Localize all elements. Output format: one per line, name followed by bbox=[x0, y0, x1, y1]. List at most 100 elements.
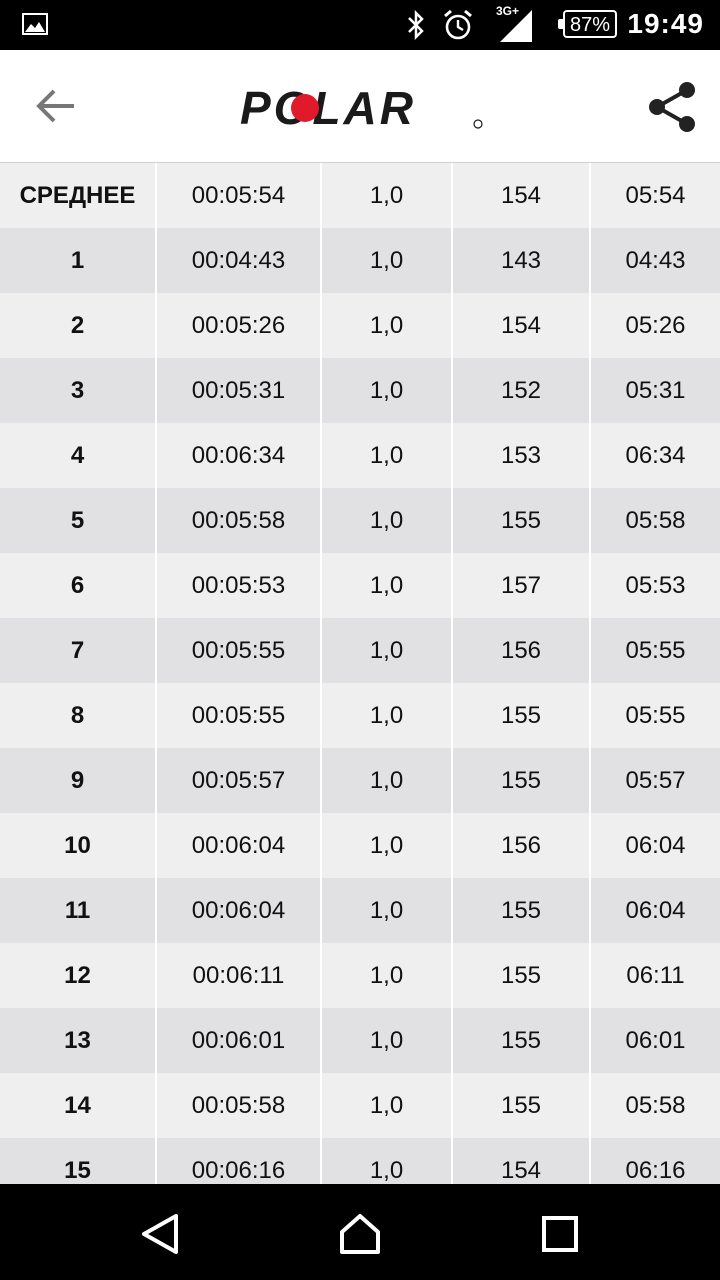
split-label: 2 bbox=[0, 293, 157, 358]
split-pace: 05:58 bbox=[625, 1091, 686, 1119]
split-pace: 06:11 bbox=[626, 961, 685, 989]
split-distance: 1,0 bbox=[322, 813, 453, 878]
split-pace: 05:55 bbox=[625, 701, 686, 729]
split-distance: 1,0 bbox=[322, 683, 453, 748]
split-heart-rate: 155 bbox=[453, 683, 591, 748]
table-row: 7 00:05:55 1,0 156 05:55 bbox=[0, 618, 720, 683]
battery-level: 87% bbox=[569, 14, 611, 36]
split-label: 8 bbox=[0, 683, 157, 748]
split-distance: 1,0 bbox=[322, 423, 453, 488]
table-row: 9 00:05:57 1,0 155 05:57 bbox=[0, 748, 720, 813]
split-time: 00:05:58 bbox=[157, 1073, 322, 1138]
split-distance: 1,0 bbox=[322, 358, 453, 423]
split-time: 00:05:55 bbox=[157, 618, 322, 683]
split-time: 00:05:31 bbox=[157, 358, 322, 423]
table-row: 3 00:05:31 1,0 152 05:31 bbox=[0, 358, 720, 423]
split-label: СРЕДНЕЕ bbox=[0, 163, 157, 228]
battery-icon: 87% bbox=[558, 10, 617, 38]
split-time: 00:06:01 bbox=[157, 1008, 322, 1073]
split-pace: 05:57 bbox=[625, 766, 686, 794]
split-pace: 06:16 bbox=[625, 1156, 686, 1184]
split-label: 5 bbox=[0, 488, 157, 553]
split-distance: 1,0 bbox=[322, 228, 453, 293]
split-label: 15 bbox=[0, 1138, 157, 1184]
split-time: 00:06:34 bbox=[157, 423, 322, 488]
split-label: 9 bbox=[0, 748, 157, 813]
home-icon[interactable] bbox=[338, 1212, 382, 1256]
split-time: 00:06:16 bbox=[157, 1138, 322, 1184]
back-triangle-icon[interactable] bbox=[138, 1212, 182, 1256]
share-icon[interactable] bbox=[645, 80, 699, 134]
table-row: 2 00:05:26 1,0 154 05:26 bbox=[0, 293, 720, 358]
split-distance: 1,0 bbox=[322, 618, 453, 683]
gallery-notification-icon bbox=[22, 13, 48, 35]
split-distance: 1,0 bbox=[322, 293, 453, 358]
split-label: 11 bbox=[0, 878, 157, 943]
split-time: 00:05:58 bbox=[157, 488, 322, 553]
split-heart-rate: 153 bbox=[453, 423, 591, 488]
split-distance: 1,0 bbox=[322, 1138, 453, 1184]
status-time: 19:49 bbox=[627, 8, 704, 39]
split-pace: 05:31 bbox=[625, 376, 686, 404]
split-time: 00:06:04 bbox=[157, 878, 322, 943]
split-pace: 05:55 bbox=[625, 636, 686, 664]
split-heart-rate: 143 bbox=[453, 228, 591, 293]
split-label: 4 bbox=[0, 423, 157, 488]
split-distance: 1,0 bbox=[322, 488, 453, 553]
table-row: 6 00:05:53 1,0 157 05:53 bbox=[0, 553, 720, 618]
split-time: 00:06:04 bbox=[157, 813, 322, 878]
navigation-bar bbox=[0, 1184, 720, 1280]
split-pace: 06:04 bbox=[625, 831, 686, 859]
split-pace: 05:26 bbox=[625, 311, 686, 339]
split-heart-rate: 157 bbox=[453, 553, 591, 618]
split-label: 12 bbox=[0, 943, 157, 1008]
split-pace: 06:01 bbox=[625, 1026, 686, 1054]
split-distance: 1,0 bbox=[322, 748, 453, 813]
network-type-label: 3G+ bbox=[496, 4, 520, 18]
split-distance: 1,0 bbox=[322, 163, 453, 228]
back-arrow-icon[interactable] bbox=[34, 86, 78, 126]
alarm-clock-icon bbox=[444, 9, 472, 40]
recents-square-icon[interactable] bbox=[538, 1212, 582, 1256]
split-pace: 05:54 bbox=[625, 181, 686, 209]
split-heart-rate: 155 bbox=[453, 1008, 591, 1073]
split-label: 7 bbox=[0, 618, 157, 683]
split-distance: 1,0 bbox=[322, 1073, 453, 1138]
status-bar: 3G+ 87% 19:49 bbox=[0, 0, 720, 50]
split-label: 14 bbox=[0, 1073, 157, 1138]
split-heart-rate: 155 bbox=[453, 943, 591, 1008]
splits-table: СРЕДНЕЕ 00:05:54 1,0 154 05:54 1 00:04:43 1,0 14… bbox=[0, 163, 720, 1184]
split-label: 1 bbox=[0, 228, 157, 293]
split-heart-rate: 154 bbox=[453, 1138, 591, 1184]
split-distance: 1,0 bbox=[322, 878, 453, 943]
split-pace: 06:04 bbox=[625, 896, 686, 924]
split-time: 00:04:43 bbox=[157, 228, 322, 293]
split-time: 00:05:53 bbox=[157, 553, 322, 618]
split-pace: 04:43 bbox=[625, 246, 686, 274]
split-heart-rate: 156 bbox=[453, 813, 591, 878]
table-row: 14 00:05:58 1,0 155 05:58 bbox=[0, 1073, 720, 1138]
split-heart-rate: 154 bbox=[453, 163, 591, 228]
split-distance: 1,0 bbox=[322, 1008, 453, 1073]
split-distance: 1,0 bbox=[322, 553, 453, 618]
split-label: 3 bbox=[0, 358, 157, 423]
table-row: 11 00:06:04 1,0 155 06:04 bbox=[0, 878, 720, 943]
split-heart-rate: 154 bbox=[453, 293, 591, 358]
table-row: 4 00:06:34 1,0 153 06:34 bbox=[0, 423, 720, 488]
split-heart-rate: 156 bbox=[453, 618, 591, 683]
split-time: 00:05:26 bbox=[157, 293, 322, 358]
split-time: 00:05:55 bbox=[157, 683, 322, 748]
split-heart-rate: 155 bbox=[453, 748, 591, 813]
split-time: 00:05:57 bbox=[157, 748, 322, 813]
polar-logo-text: POLAR bbox=[240, 84, 416, 134]
split-heart-rate: 155 bbox=[453, 1073, 591, 1138]
split-heart-rate: 155 bbox=[453, 488, 591, 553]
table-row: 5 00:05:58 1,0 155 05:58 bbox=[0, 488, 720, 553]
table-row: 10 00:06:04 1,0 156 06:04 bbox=[0, 813, 720, 878]
split-heart-rate: 155 bbox=[453, 878, 591, 943]
split-distance: 1,0 bbox=[322, 943, 453, 1008]
split-time: 00:06:11 bbox=[157, 943, 322, 1008]
split-pace: 05:53 bbox=[625, 571, 686, 599]
table-row: 13 00:06:01 1,0 155 06:01 bbox=[0, 1008, 720, 1073]
table-row: 1 00:04:43 1,0 143 04:43 bbox=[0, 228, 720, 293]
